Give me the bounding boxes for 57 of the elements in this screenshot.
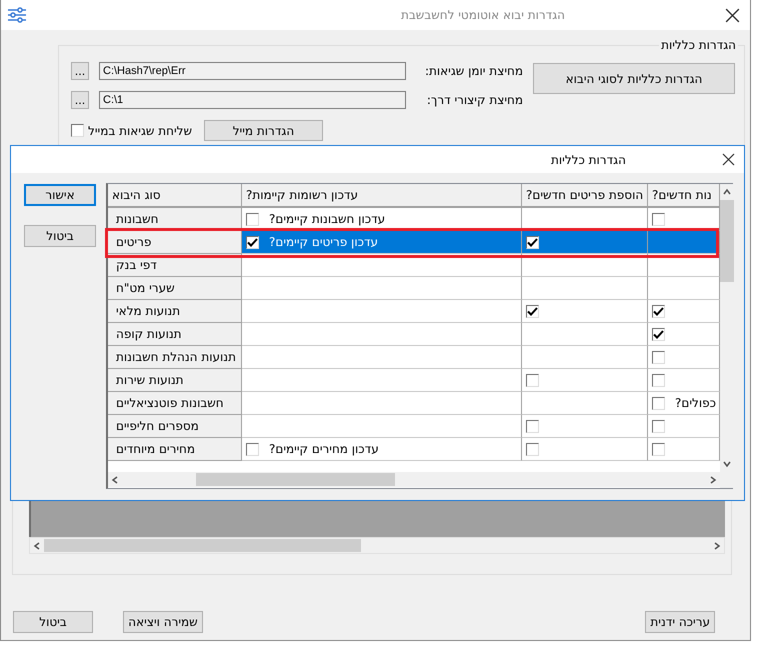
row-header[interactable]: שערי מט"ח [108, 277, 242, 300]
checkbox[interactable] [652, 212, 665, 226]
settings-icon [7, 7, 27, 23]
import-types-settings-button[interactable]: הגדרות כלליות לסוגי היבוא [533, 63, 735, 94]
checkbox[interactable] [652, 350, 665, 364]
input-field[interactable]: C:\1 [99, 91, 406, 109]
column-header[interactable]: נות חדשים? [648, 184, 720, 208]
row-header[interactable]: מחירים מיוחדים [108, 438, 242, 461]
checkbox[interactable] [71, 124, 84, 137]
checkbox[interactable] [652, 420, 665, 432]
scrollbar[interactable] [108, 472, 720, 487]
checkbox-label: כפולים? [675, 396, 716, 410]
mail-settings-button[interactable]: הגדרות מייל [204, 120, 323, 141]
browse-button[interactable]: ... [71, 62, 89, 80]
dialog-button[interactable]: ביטול [13, 611, 93, 633]
column-header[interactable]: עדכון רשומות קיימות? [242, 184, 522, 208]
checkbox[interactable] [652, 442, 665, 456]
column-header[interactable]: סוג היבוא [108, 184, 242, 208]
window-title: הגדרות יבוא אוטומטי לחשבשבת [400, 8, 565, 22]
checkbox[interactable] [526, 304, 539, 318]
field-label: מחיצת יומן שגיאות: [424, 64, 523, 78]
checkbox[interactable] [652, 374, 665, 386]
row-header[interactable]: תנועות שירות [108, 369, 242, 392]
row-header[interactable]: מספרים חליפיים [108, 415, 242, 438]
row-header[interactable]: תנועות הנהלת חשבונות [108, 346, 242, 369]
field-label: מחיצת קיצורי דרך: [426, 93, 523, 107]
checkbox[interactable] [652, 396, 665, 410]
close-icon[interactable] [725, 8, 740, 22]
row-header[interactable]: תנועות קופה [108, 323, 242, 346]
column-header[interactable]: הוספת פריטים חדשים? [522, 184, 648, 208]
checkbox[interactable] [526, 420, 539, 432]
checkbox[interactable] [246, 442, 259, 456]
input-field[interactable]: C:\Hash7\rep\Err [99, 62, 406, 80]
checkbox-label: עדכון חשבונות קיימים? [269, 212, 386, 226]
group-title: הגדרות כלליות [659, 38, 738, 52]
dialog-button[interactable]: אישור [24, 184, 96, 206]
dialog-title: הגדרות כלליות [551, 152, 626, 166]
checkbox-label: עדכון מחירים קיימים? [269, 442, 379, 456]
row-header[interactable]: תנועות מלאי [108, 300, 242, 323]
checkbox[interactable] [526, 236, 539, 248]
browse-button[interactable]: ... [71, 91, 89, 109]
dialog-button[interactable]: שמירה ויציאה [123, 611, 203, 633]
checkbox[interactable] [246, 236, 259, 248]
scrollbar[interactable] [720, 184, 734, 488]
dialog-button[interactable]: ביטול [24, 225, 96, 247]
checkbox[interactable] [526, 374, 539, 386]
checkbox[interactable] [652, 328, 665, 340]
checkbox-label: שליחת שגיאות במייל [88, 124, 192, 138]
checkbox[interactable] [246, 212, 259, 226]
checkbox-label: עדכון פריטים קיימים? [269, 235, 378, 249]
row-header[interactable]: פריטים [108, 231, 242, 254]
dialog-button[interactable]: עריכה ידנית [645, 611, 715, 633]
scrollbar[interactable] [29, 537, 725, 554]
row-header[interactable]: חשבונות פוטנציאליים [108, 392, 242, 415]
checkbox[interactable] [652, 304, 665, 318]
close-icon[interactable] [722, 153, 735, 166]
checkbox[interactable] [526, 442, 539, 456]
